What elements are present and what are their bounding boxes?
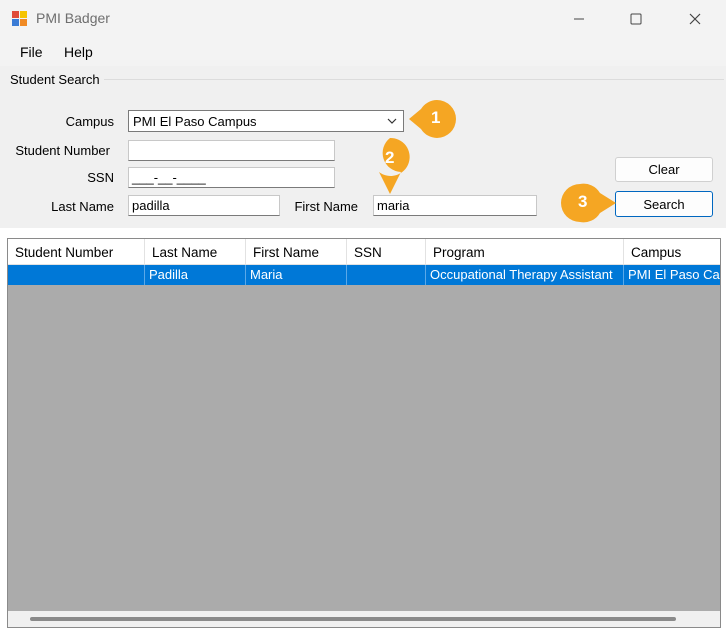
group-title: Student Search xyxy=(10,72,102,87)
callout-number-2: 2 xyxy=(385,148,395,167)
chevron-down-icon xyxy=(387,118,397,124)
callout-marker-3 xyxy=(561,183,616,223)
column-header-campus[interactable]: Campus xyxy=(624,239,720,265)
callout-number-1: 1 xyxy=(431,108,441,127)
search-button[interactable]: Search xyxy=(615,191,713,217)
first-name-label: First Name xyxy=(294,199,358,214)
column-header-first-name[interactable]: First Name xyxy=(246,239,347,265)
maximize-button[interactable] xyxy=(607,0,665,38)
campus-select[interactable]: PMI El Paso Campus xyxy=(128,110,404,132)
column-header-program[interactable]: Program xyxy=(426,239,624,265)
column-header-last-name[interactable]: Last Name xyxy=(145,239,246,265)
column-header-student-number[interactable]: Student Number xyxy=(8,239,145,265)
column-header-ssn[interactable]: SSN xyxy=(347,239,426,265)
first-name-input[interactable]: maria xyxy=(373,195,537,216)
callout-number-3: 3 xyxy=(578,192,588,211)
window-title: PMI Badger xyxy=(36,10,110,26)
cell-campus[interactable]: PMI El Paso Campus xyxy=(624,265,720,285)
horizontal-scrollbar[interactable] xyxy=(8,611,720,627)
cell-first-name[interactable]: Maria xyxy=(246,265,347,285)
student-number-label: Student Number xyxy=(15,143,110,158)
last-name-label: Last Name xyxy=(51,199,114,214)
clear-button[interactable]: Clear xyxy=(615,157,713,182)
campus-select-value: PMI El Paso Campus xyxy=(133,114,257,129)
cell-program[interactable]: Occupational Therapy Assistant xyxy=(426,265,624,285)
ssn-label: SSN xyxy=(87,170,114,185)
menu-file[interactable]: File xyxy=(20,44,43,60)
minimize-icon xyxy=(574,18,584,20)
last-name-input[interactable]: padilla xyxy=(128,195,280,216)
maximize-icon xyxy=(630,13,642,25)
menu-bar xyxy=(0,38,726,66)
close-icon xyxy=(689,13,701,25)
grid-header: Student Number Last Name First Name SSN … xyxy=(8,239,720,265)
table-row[interactable]: Padilla Maria Occupational Therapy Assis… xyxy=(8,265,720,285)
minimize-button[interactable] xyxy=(550,0,608,38)
group-divider xyxy=(104,79,724,80)
campus-label: Campus xyxy=(65,114,114,129)
close-button[interactable] xyxy=(666,0,724,38)
menu-help[interactable]: Help xyxy=(64,44,93,60)
student-number-input[interactable] xyxy=(128,140,335,161)
results-grid[interactable]: Student Number Last Name First Name SSN … xyxy=(7,238,721,628)
cell-last-name[interactable]: Padilla xyxy=(145,265,246,285)
app-badge-icon xyxy=(12,11,27,26)
scrollbar-thumb[interactable] xyxy=(30,617,676,621)
cell-student-number[interactable] xyxy=(8,265,145,285)
ssn-input[interactable]: ___-__-____ xyxy=(128,167,335,188)
cell-ssn[interactable] xyxy=(347,265,426,285)
